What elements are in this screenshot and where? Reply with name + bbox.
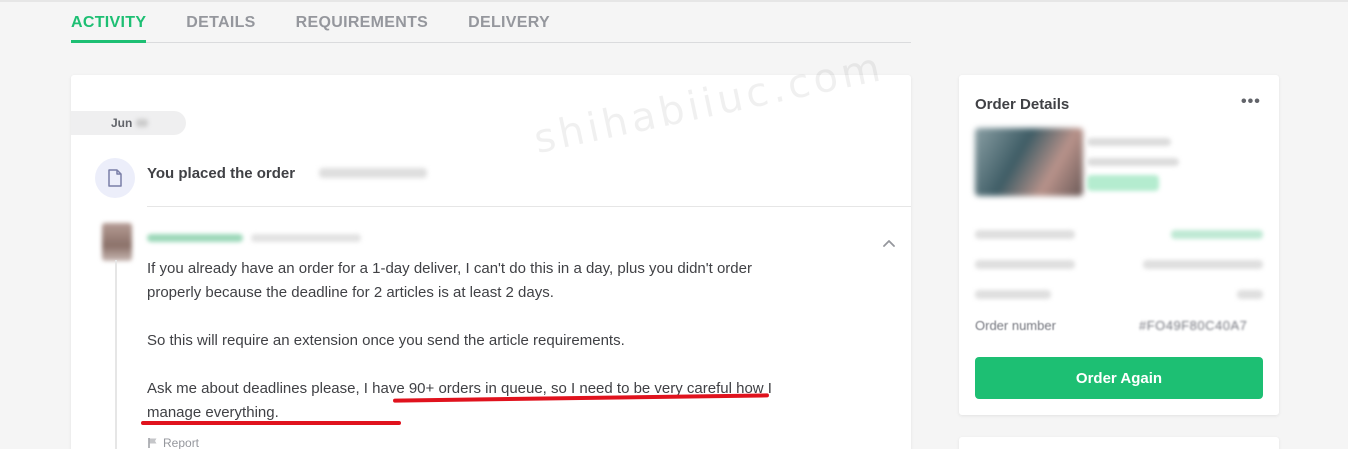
order-details-card: Order Details ••• Order number #FO49F80C… [959,75,1279,415]
sender-name-redacted [147,234,243,242]
thread-line [115,260,117,449]
order-tabs: ACTIVITY DETAILS REQUIREMENTS DELIVERY [71,14,911,43]
total-price-value-redacted [1237,290,1263,299]
order-placed-text: You placed the order [147,165,296,182]
ordered-from-label-redacted [975,230,1075,239]
more-horizontal-icon[interactable]: ••• [1241,94,1261,110]
event-divider [147,206,911,207]
activity-card: Jun You placed the order If you already … [71,75,911,449]
ordered-from-value-redacted [1171,230,1263,239]
gig-title-redacted [1087,138,1171,146]
order-number-value: #FO49F80C40A7 [1139,318,1248,333]
order-again-button[interactable]: Order Again [975,357,1263,399]
chevron-up-icon[interactable] [881,237,897,251]
gig-status-badge-redacted [1087,175,1159,191]
secondary-side-card [959,437,1279,449]
date-pill: Jun [71,111,186,135]
top-border [0,0,1348,2]
delivery-date-value-redacted [1143,260,1263,269]
avatar [102,223,132,261]
tab-delivery[interactable]: DELIVERY [468,14,550,43]
order-number-label: Order number [975,318,1056,333]
date-day-redacted [136,119,149,127]
tab-requirements[interactable]: REQUIREMENTS [296,14,429,43]
document-icon [95,158,135,198]
order-placed-time-redacted [319,168,427,178]
total-price-label-redacted [975,290,1051,299]
highlight-underline [141,421,401,425]
tab-details[interactable]: DETAILS [186,14,255,43]
gig-thumbnail [975,128,1083,196]
report-link[interactable]: Report [147,436,199,449]
sender-time-redacted [251,234,361,242]
message-paragraph: If you already have an order for a 1-day… [147,260,752,301]
delivery-date-label-redacted [975,260,1075,269]
gig-title-redacted [1087,158,1179,166]
message-paragraph: So this will require an extension once y… [147,332,625,349]
flag-icon [148,438,157,448]
date-label: Jun [111,116,133,130]
order-details-title: Order Details [975,96,1070,113]
report-label: Report [163,436,200,449]
tab-activity[interactable]: ACTIVITY [71,14,147,43]
